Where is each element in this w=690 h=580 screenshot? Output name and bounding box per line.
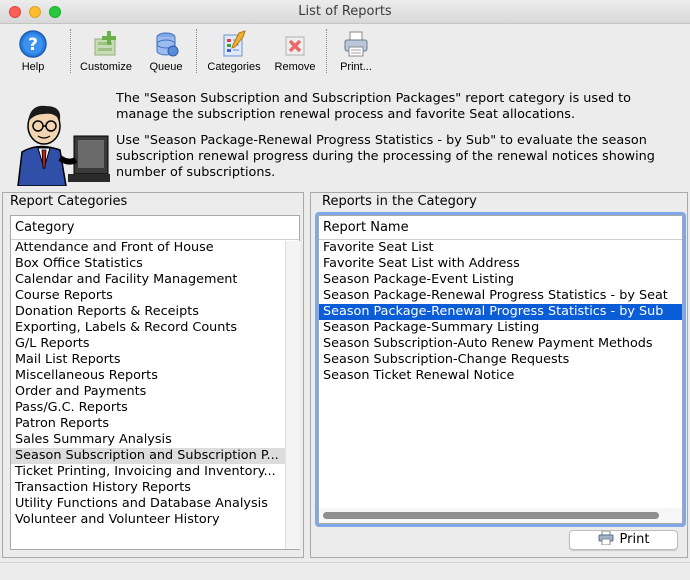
queue-icon	[156, 32, 179, 57]
category-list-item[interactable]: Sales Summary Analysis	[11, 432, 286, 448]
category-list[interactable]: Category Attendance and Front of House Bo…	[10, 215, 300, 550]
category-column-header[interactable]: Category	[11, 216, 299, 240]
category-list-item[interactable]: Volunteer and Volunteer History	[11, 512, 286, 528]
toolbar-separator	[196, 29, 197, 73]
queue-label: Queue	[149, 61, 183, 73]
toolbar: ? Help Customize Queue Categories Remove…	[0, 25, 690, 77]
category-list-item[interactable]: Miscellaneous Reports	[11, 368, 286, 384]
category-list-item[interactable]: Donation Reports & Receipts	[11, 304, 286, 320]
category-list-item[interactable]: Calendar and Facility Management	[11, 272, 286, 288]
report-list-window: List of Reports ? Help Customize Queue C…	[0, 0, 690, 580]
report-list[interactable]: Report Name Favorite Seat List Favorite S…	[318, 215, 683, 524]
computer-user-illustration-icon	[17, 105, 110, 186]
category-list-scrollbar[interactable]	[285, 241, 300, 549]
category-description: The "Season Subscription and Subscriptio…	[116, 91, 676, 191]
close-window-button[interactable]	[9, 6, 21, 18]
reports-in-category-title: Reports in the Category	[322, 194, 477, 209]
customize-icon	[94, 31, 116, 56]
help-icon: ?	[19, 30, 47, 58]
category-list-item[interactable]: Pass/G.C. Reports	[11, 400, 286, 416]
title-bar: List of Reports	[0, 0, 690, 24]
report-list-item[interactable]: Season Subscription-Auto Renew Payment M…	[319, 336, 682, 352]
report-list-item[interactable]: Season Ticket Renewal Notice	[319, 368, 682, 384]
printer-icon	[344, 31, 368, 57]
category-list-item[interactable]: G/L Reports	[11, 336, 286, 352]
help-button[interactable]: ? Help	[14, 27, 52, 75]
category-list-item[interactable]: Ticket Printing, Invoicing and Inventory…	[11, 464, 286, 480]
report-name-column-header[interactable]: Report Name	[319, 216, 682, 240]
categories-label: Categories	[207, 61, 261, 73]
zoom-window-button[interactable]	[49, 6, 61, 18]
printer-icon	[598, 530, 614, 546]
category-list-item[interactable]: Attendance and Front of House	[11, 240, 286, 256]
report-list-horizontal-scrollbar[interactable]	[319, 508, 682, 523]
report-list-item[interactable]: Season Package-Event Listing	[319, 272, 682, 288]
print-button-label: Print	[619, 532, 650, 547]
category-list-item[interactable]: Season Subscription and Subscription P..…	[11, 448, 286, 464]
window-title: List of Reports	[298, 4, 392, 19]
category-list-item[interactable]: Mail List Reports	[11, 352, 286, 368]
status-bar	[0, 562, 690, 580]
queue-button[interactable]: Queue	[146, 27, 186, 75]
toolbar-separator	[326, 29, 327, 73]
toolbar-separator	[70, 29, 71, 73]
report-list-item[interactable]: Favorite Seat List with Address	[319, 256, 682, 272]
description-paragraph: The "Season Subscription and Subscriptio…	[116, 91, 631, 122]
print-toolbar-label: Print...	[340, 61, 372, 73]
category-list-item[interactable]: Exporting, Labels & Record Counts	[11, 320, 286, 336]
help-label: Help	[21, 61, 45, 73]
category-list-item[interactable]: Transaction History Reports	[11, 480, 286, 496]
minimize-window-button[interactable]	[29, 6, 41, 18]
customize-button[interactable]: Customize	[77, 27, 135, 75]
report-list-item[interactable]: Season Package-Renewal Progress Statisti…	[319, 288, 682, 304]
categories-button[interactable]: Categories	[203, 27, 265, 75]
remove-label: Remove	[274, 61, 316, 73]
report-list-item[interactable]: Season Package-Renewal Progress Statisti…	[319, 304, 682, 320]
svg-text:?: ?	[28, 35, 38, 55]
category-list-item[interactable]: Order and Payments	[11, 384, 286, 400]
category-list-item[interactable]: Box Office Statistics	[11, 256, 286, 272]
category-list-item[interactable]: Patron Reports	[11, 416, 286, 432]
remove-button[interactable]: Remove	[272, 27, 318, 75]
description-paragraph: Use "Season Package-Renewal Progress Sta…	[116, 133, 655, 180]
report-list-item[interactable]: Season Package-Summary Listing	[319, 320, 682, 336]
print-toolbar-button[interactable]: Print...	[334, 27, 378, 75]
report-list-item[interactable]: Favorite Seat List	[319, 240, 682, 256]
print-button[interactable]: Print	[569, 530, 678, 550]
report-list-item[interactable]: Season Subscription-Change Requests	[319, 352, 682, 368]
report-list-scroll-thumb[interactable]	[323, 512, 659, 519]
category-list-item[interactable]: Course Reports	[11, 288, 286, 304]
category-description-panel: The "Season Subscription and Subscriptio…	[0, 78, 690, 188]
category-list-item[interactable]: Utility Functions and Database Analysis	[11, 496, 286, 512]
customize-label: Customize	[80, 61, 132, 73]
report-categories-title: Report Categories	[10, 194, 128, 209]
categories-icon	[223, 30, 246, 57]
remove-icon	[285, 36, 305, 56]
